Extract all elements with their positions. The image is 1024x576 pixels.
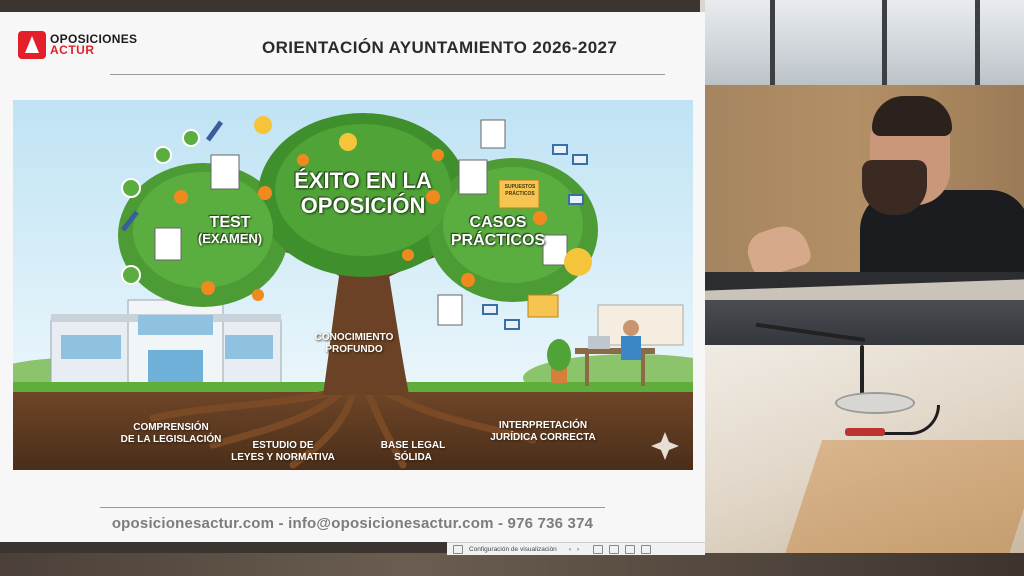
trunk-line1: CONOCIMIENTO (314, 332, 394, 343)
tree-artwork (13, 100, 693, 470)
document (437, 294, 463, 326)
checklist-document (210, 154, 240, 190)
window-mullion (975, 0, 980, 90)
tree-illustration: ÉXITO EN LA OPOSICIÓN TEST (EXAMEN) CASO… (13, 100, 693, 470)
sun-icon (254, 116, 272, 134)
root3-line1: BASE LEGAL (380, 440, 446, 451)
person-badge (564, 248, 592, 276)
footer-divider (100, 507, 605, 508)
trunk-label: CONOCIMIENTO PROFUNDO (309, 332, 399, 355)
right-branch-line2: PRÁCTICOS (450, 232, 546, 250)
title-divider (110, 74, 665, 75)
view-sorter-icon[interactable] (609, 544, 620, 554)
display-settings-label[interactable]: Configuración de visualización (469, 546, 557, 553)
slide-title: ORIENTACIÓN AYUNTAMIENTO 2026-2027 (262, 38, 618, 57)
right-branch-line1: CASOS (469, 214, 527, 231)
root-label-2: ESTUDIO DE LEYES Y NORMATIVA (223, 440, 343, 463)
folder-label-line2: PRÁCTICOS (505, 191, 535, 197)
left-branch-label: TEST (EXAMEN) (185, 214, 275, 247)
window-mullion (882, 0, 887, 90)
slide-footer: oposicionesactur.com - info@oposicionesa… (111, 515, 594, 532)
root2-line1: ESTUDIO DE (252, 440, 314, 451)
trunk-line2: PROFUNDO (325, 343, 383, 355)
document (458, 159, 488, 195)
presentation-slide: OPOSICIONES ACTUR ORIENTACIÓN AYUNTAMIEN… (0, 12, 705, 542)
root1-line2: DE LA LEGISLACIÓN (120, 433, 222, 445)
view-slideshow-icon[interactable] (641, 544, 652, 554)
root4-line1: INTERPRETACIÓN (498, 420, 588, 431)
presenter-hand (742, 219, 814, 272)
root2-line2: LEYES Y NORMATIVA (231, 451, 335, 463)
view-reading-icon[interactable] (625, 544, 636, 554)
presenter-hair (872, 96, 952, 136)
presenter-beard (862, 160, 927, 215)
center-title-line1: ÉXITO EN LA (294, 168, 432, 193)
document (480, 119, 506, 149)
previous-icon[interactable]: ‹ (569, 546, 571, 553)
floor-strip (0, 553, 1024, 576)
left-branch-line1: TEST (209, 214, 251, 231)
folder-label: SUPUESTOS PRÁCTICOS (501, 184, 539, 198)
logo-line2: ACTUR (50, 43, 95, 57)
checklist-document (154, 227, 182, 261)
brand-logo: OPOSICIONES ACTUR (18, 30, 137, 60)
sun-icon (339, 133, 357, 151)
center-title: ÉXITO EN LA OPOSICIÓN (265, 168, 461, 219)
folder-label-line1: SUPUESTOS (504, 184, 536, 190)
center-title-line2: OPOSICIÓN (300, 193, 426, 219)
left-branch-line2: (EXAMEN) (197, 231, 263, 247)
logo-mark-icon (18, 31, 46, 59)
next-icon[interactable]: › (577, 546, 579, 553)
presentation-status-bar: Configuración de visualización ‹ › (447, 542, 705, 555)
logo-text: OPOSICIONES ACTUR (50, 33, 137, 57)
view-normal-icon[interactable] (593, 544, 604, 554)
microphone-stem (860, 345, 864, 397)
root3-line2: SÓLIDA (394, 451, 432, 463)
window-mullion (770, 0, 775, 90)
presenter-video (690, 85, 1024, 272)
right-branch-label: CASOS PRÁCTICOS (438, 214, 558, 251)
folder (527, 294, 559, 318)
root-label-3: BASE LEGAL SÓLIDA (368, 440, 458, 463)
root4-line2: JURÍDICA CORRECTA (490, 431, 596, 443)
cable-plug (845, 428, 885, 436)
root-label-4: INTERPRETACIÓN JURÍDICA CORRECTA (478, 420, 608, 443)
root-label-1: COMPRENSIÓN DE LA LEGISLACIÓN (111, 422, 231, 445)
root1-line1: COMPRENSIÓN (133, 422, 209, 433)
display-settings-icon[interactable] (453, 544, 463, 554)
